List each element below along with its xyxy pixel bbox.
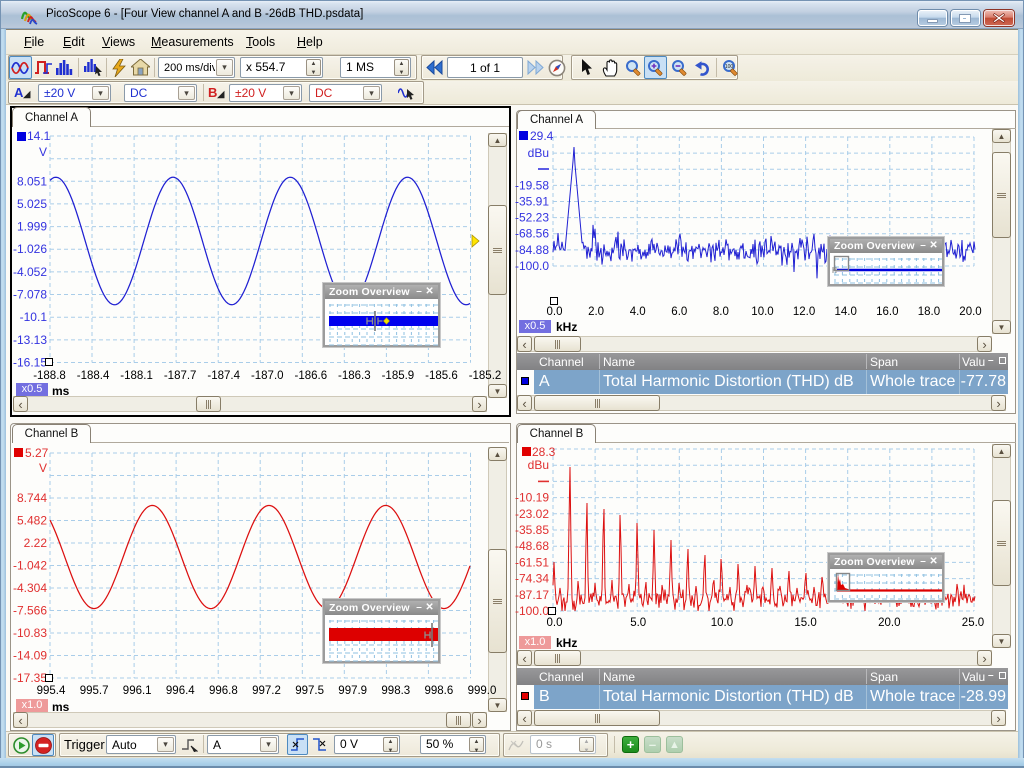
svg-text:dBu: dBu: [528, 458, 549, 472]
svg-text:1.999: 1.999: [17, 220, 47, 234]
svg-text:998.6: 998.6: [425, 685, 454, 697]
svg-text:16.0: 16.0: [876, 306, 898, 318]
svg-text:-23.02: -23.02: [515, 507, 549, 521]
svg-text:997.5: 997.5: [295, 685, 324, 697]
svg-text:-74.34: -74.34: [515, 572, 549, 586]
svg-text:18.0: 18.0: [918, 306, 940, 318]
svg-text:-100.0: -100.0: [515, 604, 549, 618]
svg-text:20.0: 20.0: [959, 306, 981, 318]
svg-text:-186.3: -186.3: [338, 370, 371, 382]
svg-text:-187.4: -187.4: [207, 370, 240, 382]
svg-text:5.27: 5.27: [25, 446, 49, 460]
svg-text:-188.1: -188.1: [120, 370, 153, 382]
svg-text:-1.026: -1.026: [13, 242, 47, 256]
svg-text:-185.2: -185.2: [469, 370, 502, 382]
svg-text:-87.17: -87.17: [515, 588, 549, 602]
svg-text:999.0: 999.0: [468, 685, 497, 697]
svg-text:-35.91: -35.91: [515, 195, 549, 209]
svg-text:-187.7: -187.7: [164, 370, 197, 382]
svg-text:4.0: 4.0: [630, 306, 646, 318]
svg-text:-188.4: -188.4: [77, 370, 110, 382]
svg-text:10.0: 10.0: [711, 617, 733, 629]
svg-text:996.8: 996.8: [209, 685, 238, 697]
svg-text:-17.35: -17.35: [13, 671, 47, 685]
svg-text:-16.15: -16.15: [13, 356, 47, 370]
svg-text:14.1: 14.1: [27, 129, 51, 143]
svg-text:995.4: 995.4: [37, 685, 66, 697]
svg-text:-7.078: -7.078: [13, 288, 47, 302]
svg-text:-19.58: -19.58: [515, 178, 549, 192]
svg-text:-185.9: -185.9: [382, 370, 415, 382]
svg-text:-1.042: -1.042: [13, 559, 47, 573]
svg-text:-10.19: -10.19: [515, 491, 549, 505]
svg-text:dBu: dBu: [528, 146, 549, 160]
svg-text:-185.6: -185.6: [425, 370, 458, 382]
svg-text:2.22: 2.22: [24, 536, 48, 550]
svg-text:-61.51: -61.51: [515, 555, 549, 569]
svg-text:15.0: 15.0: [794, 617, 816, 629]
svg-text:-35.85: -35.85: [515, 523, 549, 537]
svg-text:-4.052: -4.052: [13, 265, 47, 279]
svg-text:-10.1: -10.1: [20, 310, 48, 324]
svg-text:997.2: 997.2: [252, 685, 281, 697]
svg-text:V: V: [39, 145, 47, 159]
svg-text:997.9: 997.9: [338, 685, 367, 697]
svg-text:995.7: 995.7: [80, 685, 109, 697]
svg-text:29.4: 29.4: [530, 129, 554, 143]
svg-text:20.0: 20.0: [878, 617, 900, 629]
svg-text:10.0: 10.0: [751, 306, 773, 318]
svg-text:-4.304: -4.304: [13, 581, 47, 595]
svg-text:-186.6: -186.6: [294, 370, 327, 382]
svg-text:28.3: 28.3: [532, 445, 556, 459]
svg-text:2.0: 2.0: [588, 306, 604, 318]
svg-text:-100.0: -100.0: [515, 259, 549, 273]
svg-text:0.0: 0.0: [547, 617, 563, 629]
svg-text:6.0: 6.0: [671, 306, 687, 318]
svg-text:8.744: 8.744: [17, 491, 47, 505]
svg-text:996.1: 996.1: [123, 685, 152, 697]
svg-text:-7.566: -7.566: [13, 604, 47, 618]
svg-text:-68.56: -68.56: [515, 227, 549, 241]
svg-text:0.0: 0.0: [547, 306, 563, 318]
svg-text:996.4: 996.4: [166, 685, 195, 697]
svg-text:-52.23: -52.23: [515, 211, 549, 225]
svg-text:5.0: 5.0: [630, 617, 646, 629]
svg-text:8.0: 8.0: [713, 306, 729, 318]
svg-text:V: V: [39, 461, 47, 475]
svg-text:-13.13: -13.13: [13, 333, 47, 347]
svg-text:-187.0: -187.0: [251, 370, 284, 382]
svg-text:-10.83: -10.83: [13, 626, 47, 640]
svg-text:5.482: 5.482: [17, 514, 47, 528]
svg-text:14.0: 14.0: [835, 306, 857, 318]
svg-text:-188.8: -188.8: [33, 370, 66, 382]
svg-text:12.0: 12.0: [793, 306, 815, 318]
svg-text:-48.68: -48.68: [515, 539, 549, 553]
svg-text:998.3: 998.3: [381, 685, 410, 697]
svg-text:-84.88: -84.88: [515, 243, 549, 257]
svg-text:-14.09: -14.09: [13, 649, 47, 663]
svg-text:25.0: 25.0: [962, 617, 984, 629]
svg-text:5.025: 5.025: [17, 197, 47, 211]
svg-text:8.051: 8.051: [17, 174, 47, 188]
